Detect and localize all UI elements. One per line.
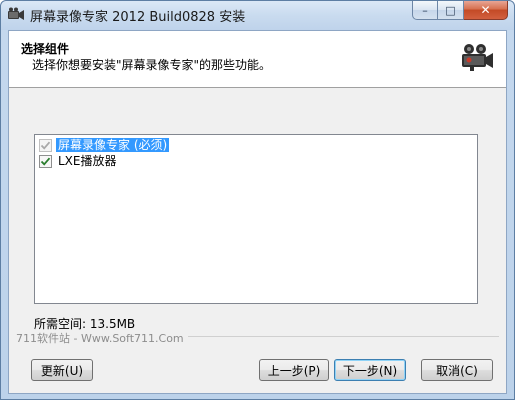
checkmark-icon — [40, 157, 51, 166]
minimize-icon: – — [422, 3, 428, 17]
checkbox-lxe-player[interactable] — [39, 154, 52, 168]
back-button[interactable]: 上一步(P) — [259, 359, 329, 381]
window-title: 屏幕录像专家 2012 Build0828 安装 — [30, 10, 246, 25]
branding-text: 711软件站 - Www.Soft711.Com — [16, 330, 188, 346]
page-title: 选择组件 — [21, 42, 70, 56]
video-camera-icon — [462, 44, 493, 71]
component-label: 屏幕录像专家 (必须) — [56, 138, 170, 152]
caption-buttons: – □ ✕ — [412, 1, 508, 20]
cancel-button[interactable]: 取消(C) — [421, 359, 493, 381]
close-button[interactable]: ✕ — [464, 1, 508, 20]
checkbox-main-program — [39, 138, 52, 152]
page-subtitle: 选择你想要安装"屏幕录像专家"的那些功能。 — [32, 58, 272, 72]
next-button[interactable]: 下一步(N) — [334, 359, 406, 381]
minimize-button[interactable]: – — [412, 1, 438, 20]
component-label: LXE播放器 — [58, 154, 117, 168]
component-list[interactable]: 屏幕录像专家 (必须) LXE播放器 — [34, 134, 478, 304]
close-icon: ✕ — [480, 3, 491, 17]
checkmark-icon — [40, 141, 51, 150]
title-bar[interactable]: 屏幕录像专家 2012 Build0828 安装 – □ ✕ — [1, 1, 514, 30]
maximize-button[interactable]: □ — [438, 1, 464, 20]
installer-window: 屏幕录像专家 2012 Build0828 安装 – □ ✕ 选择组件 选择你想… — [0, 0, 515, 400]
list-item[interactable]: LXE播放器 — [39, 153, 119, 169]
header-band: 选择组件 选择你想要安装"屏幕录像专家"的那些功能。 — [9, 31, 506, 88]
maximize-icon: □ — [445, 3, 456, 17]
video-camera-icon — [8, 7, 24, 20]
list-item[interactable]: 屏幕录像专家 (必须) — [39, 137, 170, 153]
refresh-button[interactable]: 更新(U) — [31, 359, 93, 381]
dialog-client: 选择组件 选择你想要安装"屏幕录像专家"的那些功能。 屏幕录像专家 (必须) L… — [8, 30, 507, 394]
